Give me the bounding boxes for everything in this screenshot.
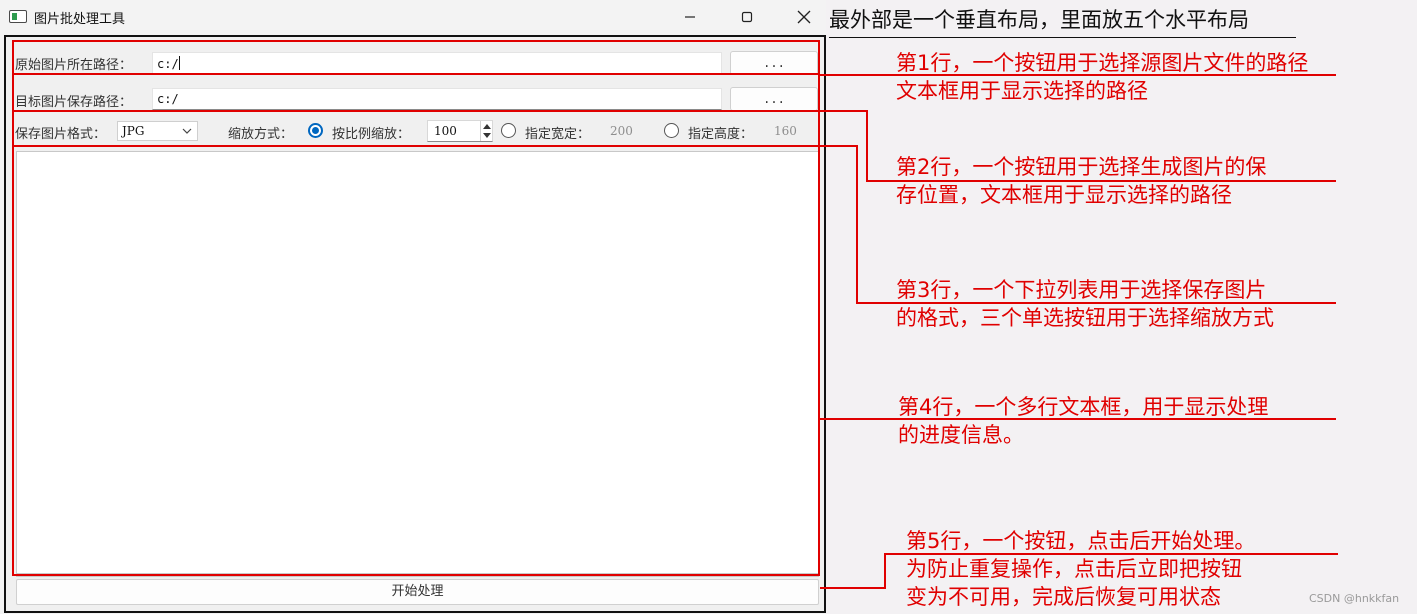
note-row4-line2: 的进度信息。 (898, 423, 1024, 447)
note-row4: 第4行，一个多行文本框，用于显示处理 的进度信息。 (898, 393, 1268, 449)
ratio-value: 100 (434, 124, 457, 138)
height-radio[interactable] (664, 123, 679, 138)
annotation-leader-3-vertical (856, 145, 858, 304)
progress-log-textarea[interactable] (16, 151, 819, 575)
width-value[interactable]: 200 (610, 124, 633, 138)
minimize-button[interactable] (667, 0, 713, 34)
target-path-label: 目标图片保存路径： (15, 95, 133, 110)
scale-mode-label: 缩放方式： (228, 127, 294, 142)
note-row2: 第2行，一个按钮用于选择生成图片的保 存位置，文本框用于显示选择的路径 (896, 153, 1266, 209)
format-selected-value: JPG (122, 124, 145, 138)
note-row3-line2: 的格式，三个单选按钮用于选择缩放方式 (896, 306, 1274, 330)
window-title: 图片批处理工具 (34, 12, 126, 27)
start-processing-button[interactable]: 开始处理 (16, 579, 819, 605)
note-row2-line1: 第2行，一个按钮用于选择生成图片的保 (896, 155, 1267, 179)
target-browse-button[interactable]: ... (730, 87, 818, 111)
note-row5-line1: 第5行，一个按钮，点击后开始处理。 (906, 529, 1256, 553)
app-icon (9, 10, 27, 23)
width-radio-label: 指定宽定： (525, 127, 591, 142)
minimize-icon (685, 16, 695, 18)
note-row1: 第1行，一个按钮用于选择源图片文件的路径 文本框用于显示选择的路径 (896, 49, 1308, 105)
annotation-leader-2-vertical (866, 110, 868, 182)
maximize-icon (741, 11, 753, 23)
format-combobox[interactable]: JPG (117, 121, 198, 141)
ratio-radio[interactable] (308, 123, 323, 138)
close-button[interactable] (781, 0, 827, 34)
note-row5-line2: 为防止重复操作，点击后立即把按钮 (906, 557, 1242, 581)
app-window: 图片批处理工具 原始图片所在路径： c:/ ... 目标图片保存路径： c:/ … (0, 0, 826, 614)
ratio-spinbox[interactable]: 100 (427, 120, 493, 142)
layout-heading: 最外部是一个垂直布局，里面放五个水平布局 (829, 8, 1249, 32)
text-caret (178, 56, 180, 70)
heading-underline (829, 37, 1296, 38)
note-row5: 第5行，一个按钮，点击后开始处理。 为防止重复操作，点击后立即把按钮 变为不可用… (906, 527, 1255, 611)
source-browse-button[interactable]: ... (730, 51, 818, 75)
spin-arrows[interactable] (480, 121, 492, 141)
height-value[interactable]: 160 (774, 124, 797, 138)
note-row3: 第3行，一个下拉列表用于选择保存图片 的格式，三个单选按钮用于选择缩放方式 (896, 276, 1274, 332)
ratio-radio-label: 按比例缩放： (332, 127, 411, 142)
main-layout: 原始图片所在路径： c:/ ... 目标图片保存路径： c:/ ... 保存图片… (4, 35, 826, 613)
title-bar[interactable]: 图片批处理工具 (0, 0, 826, 34)
source-path-field[interactable]: c:/ (152, 52, 722, 74)
note-row4-line1: 第4行，一个多行文本框，用于显示处理 (898, 395, 1269, 419)
width-radio[interactable] (501, 123, 516, 138)
close-icon (797, 10, 811, 24)
spin-up-icon[interactable] (483, 124, 491, 129)
target-path-field[interactable]: c:/ (152, 88, 722, 110)
horizontal-scrollbar[interactable] (16, 573, 819, 577)
annotation-leader-5-stub (820, 587, 886, 589)
spin-down-icon[interactable] (483, 133, 491, 138)
chevron-down-icon (182, 128, 192, 134)
note-row5-line3: 变为不可用，完成后恢复可用状态 (906, 585, 1221, 609)
height-radio-label: 指定高度： (688, 127, 754, 142)
annotation-leader-5-vertical (884, 553, 886, 589)
note-row2-line2: 存位置，文本框用于显示选择的路径 (896, 183, 1232, 207)
watermark: CSDN @hnkkfan (1309, 592, 1400, 605)
format-label: 保存图片格式： (15, 127, 107, 142)
note-row3-line1: 第3行，一个下拉列表用于选择保存图片 (896, 278, 1267, 302)
source-path-value: c:/ (157, 57, 179, 71)
note-row1-line2: 文本框用于显示选择的路径 (896, 79, 1148, 103)
maximize-button[interactable] (724, 0, 770, 34)
note-row1-line1: 第1行，一个按钮用于选择源图片文件的路径 (896, 51, 1309, 75)
source-path-label: 原始图片所在路径： (15, 58, 133, 73)
